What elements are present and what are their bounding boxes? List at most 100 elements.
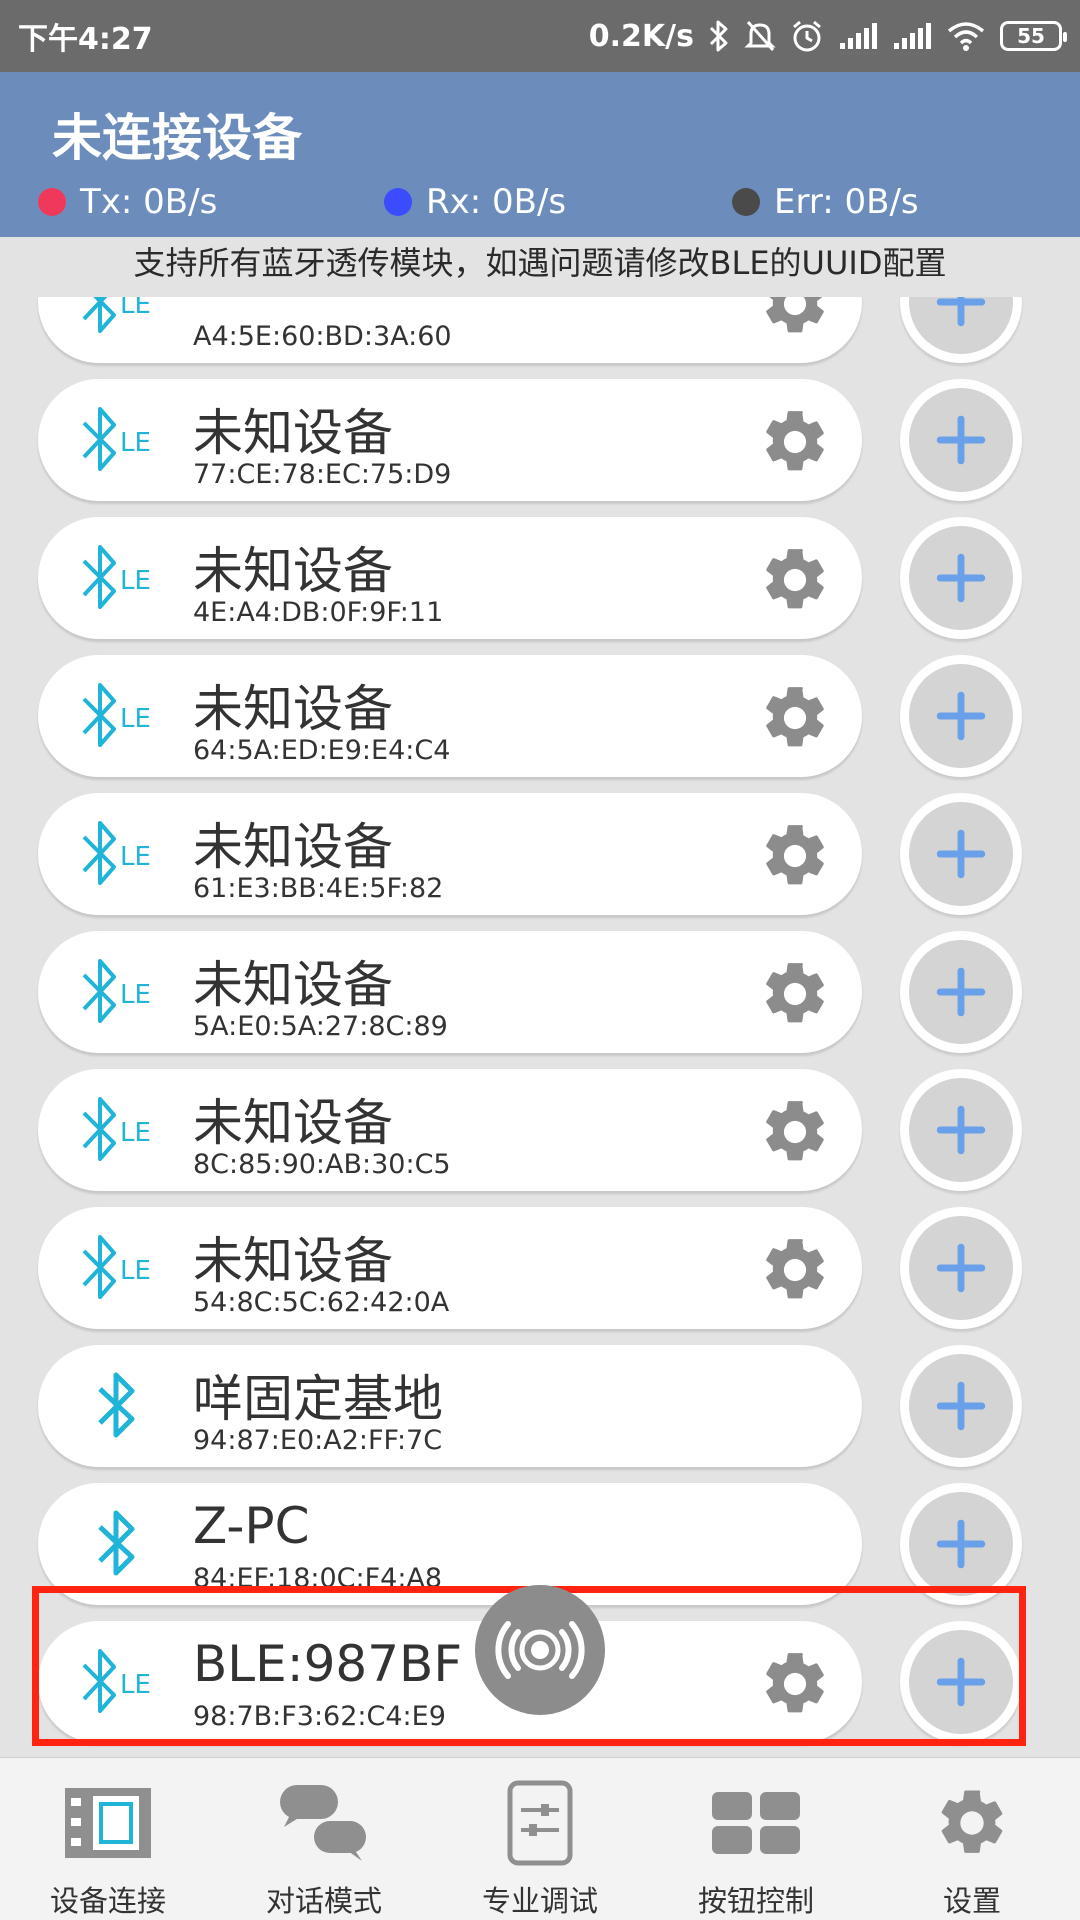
device-mac: A4:5E:60:BD:3A:60 <box>193 321 452 352</box>
rx-label: Rx: 0B/s <box>426 182 567 222</box>
device-row[interactable]: LE 未知设备 5A:E0:5A:27:8C:89 <box>38 931 862 1053</box>
bluetooth-le-icon: LE <box>78 677 158 755</box>
device-name: 未知设备 <box>193 1094 393 1152</box>
device-list[interactable]: LE A4:5E:60:BD:3A:60 LE 未知设备 77:CE:78:EC:75:… <box>0 297 1080 1753</box>
device-settings-gear-icon[interactable] <box>758 1095 832 1169</box>
nav-chat-mode[interactable]: 对话模式 <box>216 1758 432 1920</box>
svg-text:LE: LE <box>120 980 151 1010</box>
device-settings-gear-icon[interactable] <box>758 405 832 479</box>
device-row[interactable]: LE 未知设备 54:8C:5C:62:42:0A <box>38 1207 862 1329</box>
nav-pro-debug[interactable]: 专业调试 <box>432 1758 648 1920</box>
alarm-icon <box>790 19 824 53</box>
device-settings-gear-icon[interactable] <box>758 681 832 755</box>
connect-plus-button[interactable] <box>900 931 1022 1053</box>
device-settings-gear-icon[interactable] <box>758 543 832 617</box>
device-name: 未知设备 <box>193 956 393 1014</box>
bluetooth-icon <box>78 1505 158 1583</box>
bluetooth-icon <box>708 19 730 53</box>
device-connect-icon <box>60 1776 156 1870</box>
bluetooth-le-icon: LE <box>78 953 158 1031</box>
nav-label: 对话模式 <box>265 1884 382 1918</box>
svg-text:LE: LE <box>120 428 151 458</box>
mute-bell-icon <box>744 19 776 53</box>
connect-plus-button[interactable] <box>900 517 1022 639</box>
nav-device-connect[interactable]: 设备连接 <box>0 1758 216 1920</box>
signal-icon <box>838 21 878 51</box>
device-mac: 8C:85:90:AB:30:C5 <box>193 1149 451 1180</box>
wifi-icon <box>946 20 986 52</box>
device-row[interactable]: LE 未知设备 4E:A4:DB:0F:9F:11 <box>38 517 862 639</box>
nav-label: 设置 <box>942 1884 1001 1918</box>
connect-plus-button[interactable] <box>900 297 1022 363</box>
bluetooth-icon <box>78 1367 158 1445</box>
device-name: Z-PC <box>193 1497 310 1555</box>
signal-icon <box>892 21 932 51</box>
gear-icon <box>924 1776 1020 1870</box>
device-mac: 77:CE:78:EC:75:D9 <box>193 459 452 490</box>
grid-buttons-icon <box>708 1776 804 1870</box>
device-settings-gear-icon[interactable] <box>758 819 832 893</box>
plus-icon <box>909 1492 1013 1596</box>
bluetooth-le-icon: LE <box>78 297 158 341</box>
page-title: 未连接设备 <box>52 109 302 167</box>
plus-icon <box>909 1354 1013 1458</box>
err-label: Err: 0B/s <box>774 182 919 222</box>
connect-plus-button[interactable] <box>900 793 1022 915</box>
tx-dot-icon <box>38 188 66 216</box>
device-settings-gear-icon[interactable] <box>758 297 832 341</box>
status-bar: 下午4:27 0.2K/s 55 <box>0 0 1080 72</box>
plus-icon <box>909 526 1013 630</box>
rx-dot-icon <box>384 188 412 216</box>
device-row[interactable]: LE 未知设备 8C:85:90:AB:30:C5 <box>38 1069 862 1191</box>
connect-plus-button[interactable] <box>900 1345 1022 1467</box>
device-name: 未知设备 <box>193 404 393 462</box>
device-mac: 64:5A:ED:E9:E4:C4 <box>193 735 451 766</box>
plus-icon <box>909 1078 1013 1182</box>
nav-label: 专业调试 <box>481 1884 598 1918</box>
connect-plus-button[interactable] <box>900 379 1022 501</box>
err-dot-icon <box>732 188 760 216</box>
debug-icon <box>492 1776 588 1870</box>
device-settings-gear-icon[interactable] <box>758 957 832 1031</box>
plus-icon <box>909 802 1013 906</box>
err-stat: Err: 0B/s <box>732 182 919 222</box>
device-mac: 4E:A4:DB:0F:9F:11 <box>193 597 444 628</box>
broadcast-icon <box>495 1621 585 1679</box>
bluetooth-le-icon: LE <box>78 539 158 617</box>
connect-plus-button[interactable] <box>900 1207 1022 1329</box>
device-mac: 5A:E0:5A:27:8C:89 <box>193 1011 448 1042</box>
device-name: 未知设备 <box>193 680 393 738</box>
nav-label: 按钮控制 <box>697 1884 814 1918</box>
app-header: 未连接设备 Tx: 0B/s Rx: 0B/s Err: 0B/s <box>0 72 1080 237</box>
plus-icon <box>909 940 1013 1044</box>
tx-label: Tx: 0B/s <box>80 182 218 222</box>
broadcast-button[interactable] <box>475 1585 605 1715</box>
connect-plus-button[interactable] <box>900 1069 1022 1191</box>
device-mac: 94:87:E0:A2:FF:7C <box>193 1425 443 1456</box>
bottom-nav: 设备连接 对话模式 专业调试 按钮控制 设置 <box>0 1757 1080 1920</box>
device-name: 未知设备 <box>193 1232 393 1290</box>
device-row[interactable]: LE 未知设备 61:E3:BB:4E:5F:82 <box>38 793 862 915</box>
device-row[interactable]: LE 未知设备 64:5A:ED:E9:E4:C4 <box>38 655 862 777</box>
connect-plus-button[interactable] <box>900 655 1022 777</box>
status-time: 下午4:27 <box>18 22 153 57</box>
device-row[interactable]: LE A4:5E:60:BD:3A:60 <box>38 297 862 363</box>
notice-text: 支持所有蓝牙透传模块，如遇问题请修改BLE的UUID配置 <box>133 244 947 282</box>
device-row[interactable]: LE 未知设备 77:CE:78:EC:75:D9 <box>38 379 862 501</box>
nav-button-control[interactable]: 按钮控制 <box>648 1758 864 1920</box>
bluetooth-le-icon: LE <box>78 401 158 479</box>
svg-text:LE: LE <box>120 842 151 872</box>
plus-icon <box>909 297 1013 354</box>
plus-icon <box>909 388 1013 492</box>
bluetooth-le-icon: LE <box>78 1229 158 1307</box>
plus-icon <box>909 664 1013 768</box>
device-mac: 61:E3:BB:4E:5F:82 <box>193 873 444 904</box>
nav-settings[interactable]: 设置 <box>864 1758 1080 1920</box>
plus-icon <box>909 1216 1013 1320</box>
rx-stat: Rx: 0B/s <box>384 182 566 222</box>
bluetooth-le-icon: LE <box>78 1091 158 1169</box>
device-name: 咩固定基地 <box>193 1370 443 1428</box>
device-settings-gear-icon[interactable] <box>758 1233 832 1307</box>
device-row[interactable]: 咩固定基地 94:87:E0:A2:FF:7C <box>38 1345 862 1467</box>
tx-stat: Tx: 0B/s <box>38 182 217 222</box>
